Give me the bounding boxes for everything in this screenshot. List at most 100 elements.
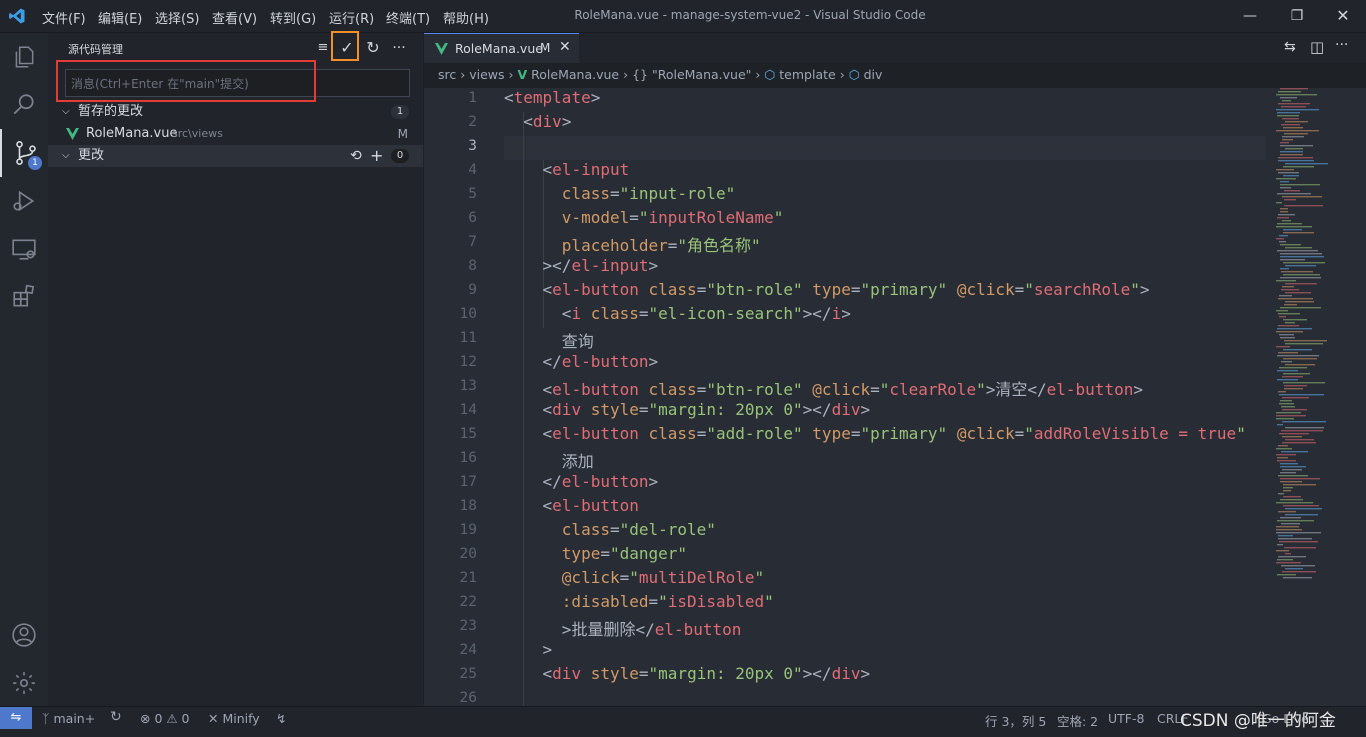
more-actions-icon[interactable]: ··· bbox=[388, 37, 410, 59]
code-line: @click="multiDelRole" bbox=[561, 568, 765, 587]
menu-help[interactable]: 帮助(H) bbox=[443, 8, 489, 27]
line-number: 1 bbox=[468, 90, 477, 106]
account-icon[interactable] bbox=[0, 611, 48, 659]
code-line: </el-button> bbox=[542, 472, 659, 491]
code-line: type="danger" bbox=[561, 544, 688, 563]
chevron-down-icon: ⌵ bbox=[62, 150, 70, 161]
vue-file-icon bbox=[66, 128, 79, 140]
menu-go[interactable]: 转到(G) bbox=[270, 8, 316, 27]
line-number: 10 bbox=[459, 306, 477, 322]
code-line: placeholder="角色名称" bbox=[561, 236, 761, 255]
minimap[interactable] bbox=[1272, 88, 1366, 706]
menu-edit[interactable]: 编辑(E) bbox=[98, 8, 142, 27]
remote-indicator-icon[interactable]: ⇋ bbox=[0, 707, 32, 729]
lightning-icon[interactable]: ↯ bbox=[276, 711, 286, 726]
code-line: ></el-input> bbox=[542, 256, 659, 275]
line-number: 13 bbox=[459, 378, 477, 394]
open-changes-icon[interactable]: ⇆ bbox=[1284, 39, 1296, 55]
split-editor-icon[interactable]: ◫ bbox=[1310, 38, 1324, 56]
vscode-logo-icon[interactable] bbox=[8, 7, 26, 25]
line-number: 24 bbox=[459, 642, 477, 658]
staged-changes-header[interactable]: ⌵ 暂存的更改 1 bbox=[48, 101, 423, 123]
csdn-watermark: CSDN @唯一的阿金 bbox=[1180, 711, 1336, 731]
line-number: 9 bbox=[468, 282, 477, 298]
sync-icon[interactable]: ↻ bbox=[110, 709, 122, 725]
menu-terminal[interactable]: 终端(T) bbox=[386, 8, 430, 27]
problems-indicator[interactable]: ⊗ 0 ⚠ 0 bbox=[140, 711, 190, 726]
run-debug-icon[interactable] bbox=[0, 177, 48, 225]
breadcrumb-template[interactable]: template bbox=[779, 67, 835, 82]
minimize-icon[interactable]: — bbox=[1238, 4, 1262, 28]
line-number: 20 bbox=[459, 546, 477, 562]
breadcrumb: src › views › V RoleMana.vue › {} "RoleM… bbox=[438, 67, 882, 82]
code-line: 添加 bbox=[504, 452, 594, 471]
encoding-setting[interactable]: UTF-8 bbox=[1108, 711, 1144, 726]
minify-label: Minify bbox=[222, 711, 260, 726]
current-line-highlight bbox=[504, 136, 1266, 160]
line-number: 22 bbox=[459, 594, 477, 610]
explorer-icon[interactable] bbox=[0, 33, 48, 81]
remote-explorer-icon[interactable] bbox=[0, 225, 48, 273]
close-window-icon[interactable]: ✕ bbox=[1331, 4, 1355, 28]
line-number: 14 bbox=[459, 402, 477, 418]
indentation-setting[interactable]: 空格: 2 bbox=[1057, 711, 1098, 730]
staged-file-name: RoleMana.vue bbox=[86, 126, 178, 141]
staged-changes-label: 暂存的更改 bbox=[78, 104, 144, 119]
breadcrumb-src[interactable]: src bbox=[438, 67, 456, 82]
restore-icon[interactable]: ❐ bbox=[1285, 4, 1309, 28]
branch-name: main+ bbox=[53, 711, 96, 726]
tab-modified-status: M bbox=[540, 41, 551, 55]
source-control-panel: 源代码管理 ≡ ✓ ↻ ··· ⌵ 暂存的更改 1 RoleMana.vue s… bbox=[48, 31, 423, 706]
line-number: 5 bbox=[468, 186, 477, 202]
activity-bar: 1 bbox=[0, 33, 48, 706]
status-bar: ⇋ ᛉ main+ ↻ ⊗ 0 ⚠ 0 ✕ Minify ↯ 行 3，列 5 空… bbox=[0, 706, 1366, 737]
staged-file-path: src\views bbox=[172, 127, 223, 140]
breadcrumb-div[interactable]: div bbox=[864, 67, 883, 82]
editor-tab-bar: RoleMana.vue M ✕ ⇆ ◫ ··· bbox=[424, 33, 1366, 63]
menu-view[interactable]: 查看(V) bbox=[212, 8, 257, 27]
line-number: 6 bbox=[468, 210, 477, 226]
code-line: <el-button class="add-role" type="primar… bbox=[542, 424, 1246, 443]
source-control-badge: 1 bbox=[28, 156, 42, 170]
window-title: RoleMana.vue - manage-system-vue2 - Visu… bbox=[574, 8, 926, 22]
editor-more-icon[interactable]: ··· bbox=[1335, 37, 1348, 53]
changes-header[interactable]: ⌵ 更改 ⟲ + 0 bbox=[48, 145, 423, 167]
line-number: 2 bbox=[468, 114, 477, 130]
vue-file-icon bbox=[435, 43, 448, 55]
line-number: 21 bbox=[459, 570, 477, 586]
refresh-icon[interactable]: ↻ bbox=[362, 37, 384, 59]
breadcrumb-file[interactable]: RoleMana.vue bbox=[531, 67, 619, 82]
code-line: <template> bbox=[504, 88, 601, 107]
code-editor[interactable]: 1 2 3 4 5 6 7 8 9 10 11 12 13 14 15 16 17 18 19 20 21 22 23 24 2… bbox=[424, 88, 1366, 706]
tab-label: RoleMana.vue bbox=[455, 41, 543, 56]
code-line: <div style="margin: 20px 0"></div> bbox=[542, 400, 871, 419]
source-control-icon[interactable]: 1 bbox=[0, 129, 50, 177]
title-bar: 文件(F) 编辑(E) 选择(S) 查看(V) 转到(G) 运行(R) 终端(T… bbox=[0, 0, 1366, 33]
tab-rolemana-vue[interactable]: RoleMana.vue M ✕ bbox=[424, 33, 579, 63]
menu-file[interactable]: 文件(F) bbox=[42, 8, 86, 27]
breadcrumb-separator-icon: › bbox=[623, 67, 633, 82]
cursor-position[interactable]: 行 3，列 5 bbox=[985, 711, 1046, 730]
code-line: class="del-role" bbox=[561, 520, 716, 539]
breadcrumb-views[interactable]: views bbox=[469, 67, 504, 82]
breadcrumb-module[interactable]: {} "RoleMana.vue" bbox=[632, 67, 751, 82]
line-number: 3 bbox=[468, 138, 477, 154]
code-line: :disabled="isDisabled" bbox=[561, 592, 774, 611]
menu-selection[interactable]: 选择(S) bbox=[155, 8, 199, 27]
discard-all-icon[interactable]: ⟲ bbox=[350, 145, 362, 167]
line-number: 17 bbox=[459, 474, 477, 490]
message-input-highlight bbox=[56, 60, 316, 102]
extensions-icon[interactable] bbox=[0, 273, 48, 321]
line-number: 25 bbox=[459, 666, 477, 682]
code-line: class="input-role" bbox=[561, 184, 736, 203]
stage-all-icon[interactable]: + bbox=[370, 145, 383, 167]
minify-icon: ✕ bbox=[208, 711, 219, 726]
tab-close-icon[interactable]: ✕ bbox=[559, 39, 571, 55]
search-icon[interactable] bbox=[0, 81, 48, 129]
menu-run[interactable]: 运行(R) bbox=[329, 8, 374, 27]
minify-indicator[interactable]: ✕ Minify bbox=[208, 711, 260, 726]
code-line: <el-input bbox=[542, 160, 630, 179]
branch-indicator[interactable]: ᛉ main+ bbox=[42, 711, 95, 726]
settings-gear-icon[interactable] bbox=[0, 659, 48, 707]
staged-file-item[interactable]: RoleMana.vue src\views M bbox=[48, 123, 423, 145]
